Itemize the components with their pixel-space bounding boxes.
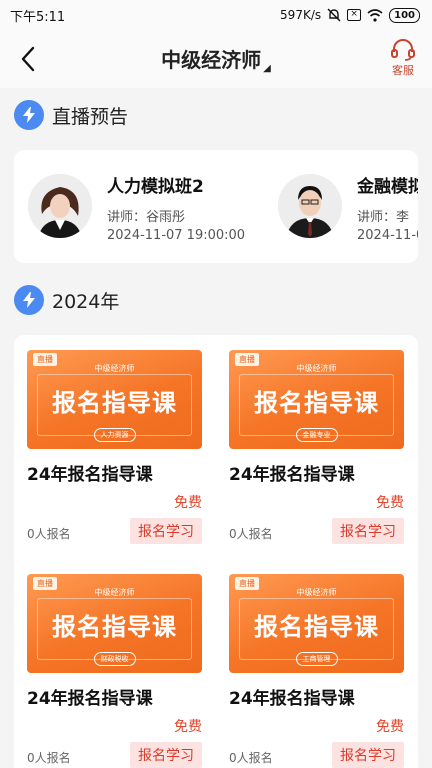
course-thumbnail: 直播 中级经济师 报名指导课 金融专业 (229, 350, 404, 449)
nav-bar: 中级经济师 ◢ 客服 (0, 30, 432, 88)
course-price: 免费 (376, 719, 404, 735)
subject-badge: 金融专业 (295, 428, 338, 442)
course-thumbnail: 直播 中级经济师 报名指导课 财政税收 (27, 574, 202, 673)
subject-badge: 人力资源 (93, 428, 136, 442)
live-course-name: 人力模拟班2 (107, 177, 204, 197)
teacher-avatar (28, 174, 92, 238)
course-thumbnail: 直播 中级经济师 报名指导课 人力资源 (27, 350, 202, 449)
course-title: 24年报名指导课 (229, 465, 355, 485)
page-title[interactable]: 中级经济师 ◢ (0, 44, 432, 74)
course-card[interactable]: 直播 中级经济师 报名指导课 金融专业 24年报名指导课 免费 0人报名 报名学… (229, 350, 404, 550)
section-header-live: 直播预告 (14, 100, 128, 130)
headset-icon (391, 39, 415, 61)
status-icons: 597K/s × 100 (280, 7, 420, 23)
lightning-icon (14, 100, 44, 130)
thumbnail-subtitle: 中级经济师 (94, 588, 135, 597)
live-time: 2024-11-0 (357, 228, 418, 243)
course-list: 直播 中级经济师 报名指导课 人力资源 24年报名指导课 免费 0人报名 报名学… (14, 335, 418, 768)
status-bar: 下午5:11 597K/s × 100 (0, 0, 432, 30)
live-teacher: 讲师：李 (357, 210, 410, 225)
enroll-count: 0人报名 (27, 527, 71, 541)
enroll-button[interactable]: 报名学习 (130, 518, 202, 544)
status-time: 下午5:11 (10, 9, 66, 25)
customer-service-button[interactable]: 客服 (386, 38, 420, 78)
thumbnail-title: 报名指导课 (254, 389, 379, 417)
live-item[interactable]: 人力模拟班2 讲师：谷雨彤 2024-11-07 19:00:00 (14, 150, 266, 263)
section-title-year: 2024年 (52, 290, 120, 313)
course-card[interactable]: 直播 中级经济师 报名指导课 工商管理 24年报名指导课 免费 0人报名 报名学… (229, 574, 404, 768)
network-speed: 597K/s (280, 8, 322, 22)
enroll-button[interactable]: 报名学习 (130, 742, 202, 768)
page-title-text: 中级经济师 (161, 48, 262, 72)
live-teacher: 讲师：谷雨彤 (107, 210, 186, 225)
enroll-count: 0人报名 (229, 527, 273, 541)
mute-bell-icon (327, 8, 341, 22)
course-title: 24年报名指导课 (229, 689, 355, 709)
course-title: 24年报名指导课 (27, 689, 153, 709)
course-title: 24年报名指导课 (27, 465, 153, 485)
sim-icon: × (347, 9, 362, 21)
live-item[interactable]: 金融模拟 讲师：李 2024-11-0 (264, 150, 418, 263)
enroll-count: 0人报名 (27, 751, 71, 765)
live-course-name: 金融模拟 (357, 177, 418, 197)
course-price: 免费 (376, 495, 404, 511)
caret-down-icon: ◢ (263, 63, 271, 74)
thumbnail-subtitle: 中级经济师 (296, 364, 337, 373)
thumbnail-title: 报名指导课 (254, 613, 379, 641)
subject-badge: 工商管理 (295, 652, 338, 666)
customer-service-label: 客服 (392, 64, 414, 77)
live-time: 2024-11-07 19:00:00 (107, 228, 246, 243)
enroll-count: 0人报名 (229, 751, 273, 765)
course-card[interactable]: 直播 中级经济师 报名指导课 人力资源 24年报名指导课 免费 0人报名 报名学… (27, 350, 202, 550)
course-card[interactable]: 直播 中级经济师 报名指导课 财政税收 24年报名指导课 免费 0人报名 报名学… (27, 574, 202, 768)
battery-icon: 100 (389, 7, 420, 23)
teacher-avatar (278, 174, 342, 238)
course-thumbnail: 直播 中级经济师 报名指导课 工商管理 (229, 574, 404, 673)
thumbnail-subtitle: 中级经济师 (94, 364, 135, 373)
thumbnail-title: 报名指导课 (52, 613, 177, 641)
enroll-button[interactable]: 报名学习 (332, 518, 404, 544)
enroll-button[interactable]: 报名学习 (332, 742, 404, 768)
section-title-live: 直播预告 (52, 105, 129, 128)
lightning-icon (14, 285, 44, 315)
course-price: 免费 (174, 495, 202, 511)
wifi-icon (367, 8, 383, 22)
live-carousel[interactable]: 人力模拟班2 讲师：谷雨彤 2024-11-07 19:00:00 金融模拟 讲… (14, 150, 418, 263)
subject-badge: 财政税收 (93, 652, 136, 666)
thumbnail-title: 报名指导课 (52, 389, 177, 417)
course-price: 免费 (174, 719, 202, 735)
thumbnail-subtitle: 中级经济师 (296, 588, 337, 597)
section-header-year: 2024年 (14, 285, 119, 315)
